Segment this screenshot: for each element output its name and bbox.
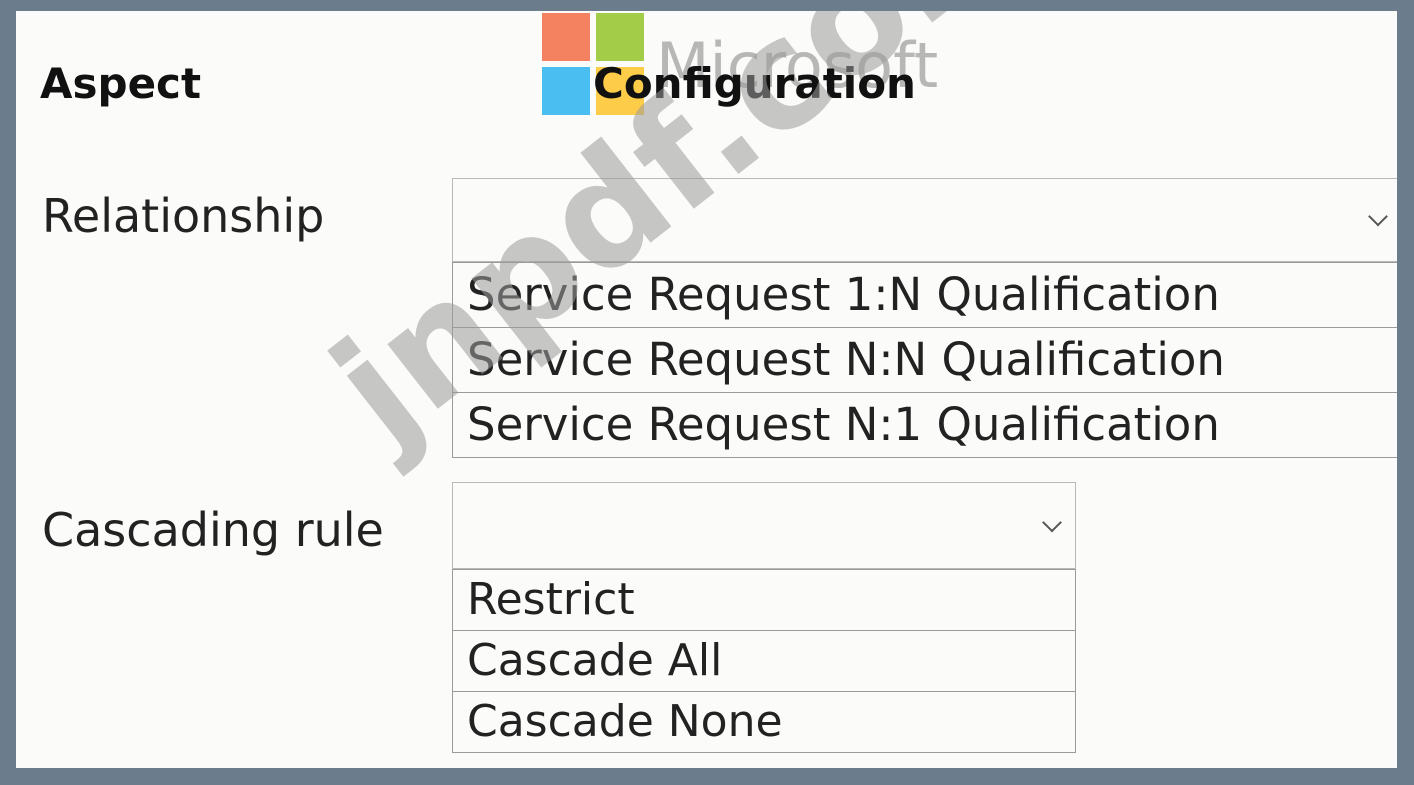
logo-square-green (596, 13, 644, 61)
cascading-rule-option[interactable]: Restrict (453, 570, 1075, 631)
chevron-down-icon (1368, 206, 1388, 227)
cascading-rule-dropdown[interactable] (452, 482, 1076, 569)
relationship-label: Relationship (42, 189, 325, 243)
cascading-rule-option[interactable]: Cascade None (453, 692, 1075, 753)
relationship-option[interactable]: Service Request N:N Qualification (453, 328, 1397, 393)
answer-area: Microsoft Aspect Configuration Relations… (16, 11, 1397, 768)
column-header-configuration: Configuration (593, 59, 916, 108)
relationship-options-list: Service Request 1:N Qualification Servic… (452, 262, 1397, 458)
relationship-option[interactable]: Service Request 1:N Qualification (453, 263, 1397, 328)
relationship-dropdown[interactable] (452, 178, 1397, 262)
chevron-down-icon (1042, 512, 1062, 532)
relationship-option[interactable]: Service Request N:1 Qualification (453, 393, 1397, 458)
logo-square-blue (542, 67, 590, 115)
cascading-rule-options-list: Restrict Cascade All Cascade None (452, 569, 1076, 753)
cascading-rule-label: Cascading rule (42, 503, 384, 557)
cascading-rule-option[interactable]: Cascade All (453, 631, 1075, 692)
logo-square-red (542, 13, 590, 61)
column-header-aspect: Aspect (40, 59, 202, 108)
